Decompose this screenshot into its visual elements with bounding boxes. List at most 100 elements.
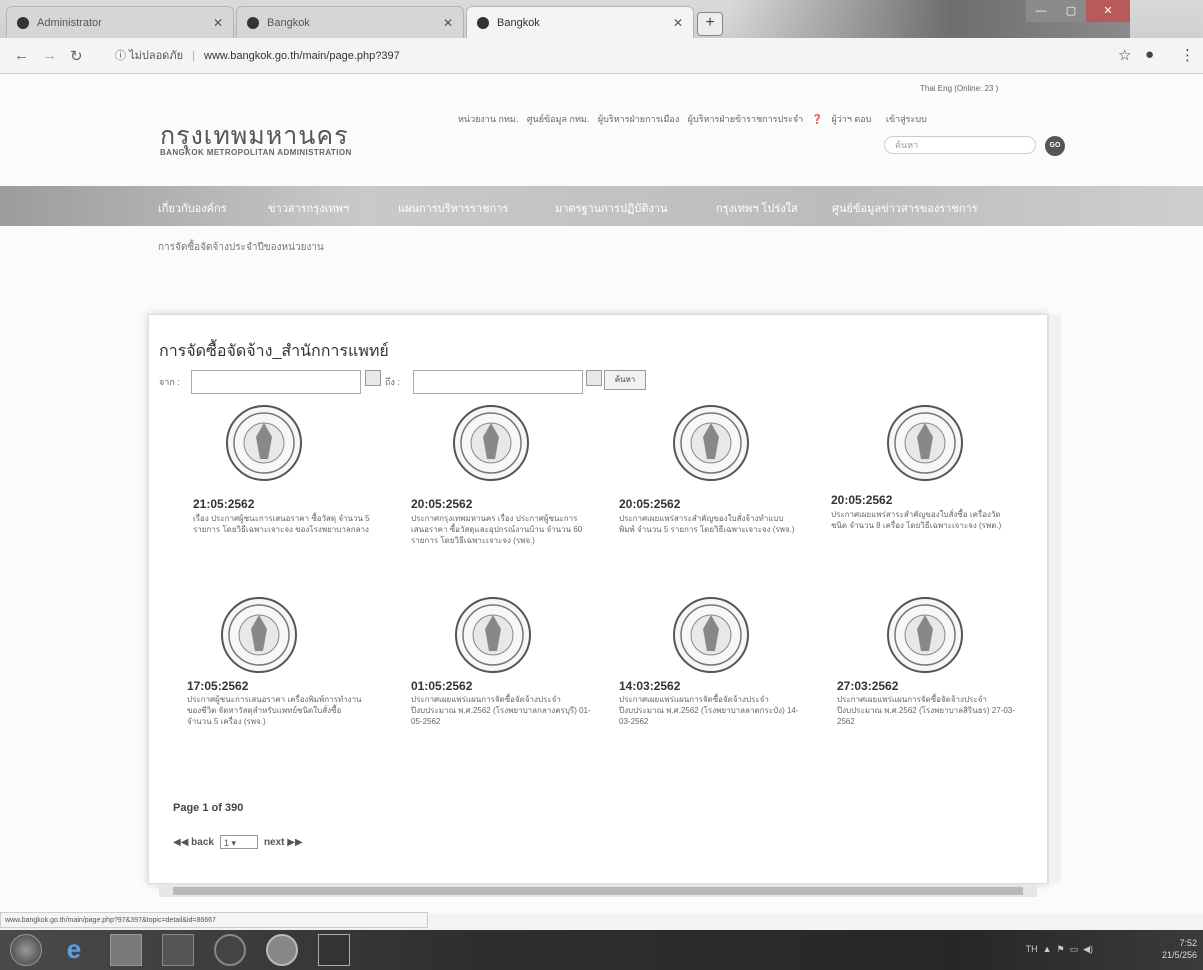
calendar-icon[interactable] — [586, 370, 602, 386]
go-button[interactable]: GO — [1045, 136, 1065, 156]
bma-seal-logo — [226, 405, 302, 481]
toplink-login[interactable]: เข้าสู่ระบบ — [886, 114, 927, 124]
windows-taskbar: e TH ▲ ⚑ ▭ ◀) 7:52 21/5/256 — [0, 930, 1203, 970]
nav-item-standards[interactable]: มาตรฐานการปฏิบัติงาน — [555, 199, 668, 217]
chrome-browser-icon[interactable] — [266, 934, 298, 966]
back-button[interactable]: ◀◀ back — [173, 837, 214, 848]
url-text: www.bangkok.go.th/main/page.php?397 — [204, 50, 400, 62]
pagination-info: Page 1 of 390 — [173, 802, 244, 814]
item-date: 17:05:2562 — [187, 679, 249, 693]
address-bar[interactable]: ⓘ ไม่ปลอดภัย | www.bangkok.go.th/main/pa… — [115, 45, 1075, 67]
circle-app-icon[interactable] — [214, 934, 246, 966]
clock[interactable]: 7:52 21/5/256 — [1162, 937, 1197, 961]
favicon-icon — [477, 16, 489, 29]
system-tray[interactable]: TH ▲ ⚑ ▭ ◀) — [1026, 944, 1093, 955]
top-links: หน่วยงาน กทม. ศูนย์ข้อมูล กทม. ผู้บริหาร… — [458, 112, 933, 126]
help-icon: ❓ — [811, 114, 823, 124]
tab-title: Administrator — [37, 16, 102, 29]
search-button[interactable]: ค้นหา — [604, 370, 646, 390]
tab-close-icon[interactable]: ✕ — [443, 16, 453, 30]
bma-seal-logo — [673, 597, 749, 673]
nav-item-plan[interactable]: แผนการบริหารราชการ — [398, 199, 508, 217]
forward-arrow-icon[interactable]: → — [42, 47, 57, 64]
from-label: จาก : — [159, 377, 180, 387]
to-date-input[interactable] — [413, 370, 583, 394]
bookmark-star-icon[interactable]: ☆ — [1118, 46, 1131, 64]
language-online-info[interactable]: Thai Eng (Online: 23 ) — [920, 84, 998, 93]
horizontal-scrollbar[interactable] — [159, 885, 1037, 897]
window-titlebar: — ▢ ✕ — [730, 0, 1130, 38]
status-bar-url: www.bangkok.go.th/main/page.php?97&397&t… — [0, 912, 428, 928]
bma-seal-logo — [673, 405, 749, 481]
toplink-civil-exec[interactable]: ผู้บริหารฝ่ายข้าราชการประจำ — [688, 114, 804, 124]
item-date: 20:05:2562 — [831, 493, 893, 507]
item-date: 14:03:2562 — [619, 679, 681, 693]
item-description[interactable]: เรื่อง ประกาศผู้ชนะการเสนอราคา ซื้อวัสดุ… — [193, 513, 373, 535]
item-description[interactable]: ประกาศผู้ชนะการเสนอราคา เครื่องพิมพ์การท… — [187, 694, 367, 727]
toplink-governor[interactable]: ❓ ผู้ว่าฯ ตอบ — [812, 114, 878, 124]
maximize-icon[interactable]: ▢ — [1056, 0, 1086, 22]
page-select[interactable]: 1 ▾ — [219, 835, 258, 849]
item-description[interactable]: ประกาศเผยแพร่แผนการจัดซื้อจัดจ้างประจำปี… — [411, 694, 591, 727]
tab-title: Bangkok — [267, 16, 310, 29]
bma-seal-logo — [887, 405, 963, 481]
new-tab-button[interactable]: + — [697, 12, 723, 36]
item-description[interactable]: ประกาศเผยแพร่สาระสำคัญของใบสั่งซื้อ เครื… — [831, 509, 1011, 531]
item-date: 01:05:2562 — [411, 679, 473, 693]
nav-item-info-center[interactable]: ศูนย์ข้อมูลข่าวสารของราชการ — [832, 199, 978, 217]
browser-tab-administrator[interactable]: Administrator ✕ — [6, 6, 234, 38]
next-button[interactable]: next ▶▶ — [264, 837, 303, 848]
bma-seal-logo — [455, 597, 531, 673]
item-description[interactable]: ประกาศเผยแพร่แผนการจัดซื้อจัดจ้างประจำปี… — [619, 694, 799, 727]
reload-icon[interactable]: ↻ — [70, 47, 83, 65]
page-title: การจัดซื้อจัดจ้าง_สำนักการแพทย์ — [159, 343, 389, 360]
window-close-icon[interactable]: ✕ — [1086, 0, 1130, 22]
item-description[interactable]: ประกาศกรุงเทพมหานคร เรื่อง ประกาศผู้ชนะก… — [411, 513, 591, 546]
window-app-icon[interactable] — [318, 934, 350, 966]
vertical-scrollbar[interactable] — [1048, 315, 1061, 883]
to-label: ถึง : — [385, 377, 400, 387]
toplink-agencies[interactable]: หน่วยงาน กทม. — [458, 114, 518, 124]
favicon-icon — [17, 16, 29, 29]
main-navigation: เกี่ยวกับองค์กร ข่าวสารกรุงเทพฯ แผนการบร… — [0, 186, 1203, 226]
site-logo-subtitle: BANGKOK METROPOLITAN ADMINISTRATION — [160, 148, 352, 157]
nav-item-about[interactable]: เกี่ยวกับองค์กร — [158, 199, 227, 217]
item-date: 27:03:2562 — [837, 679, 899, 693]
toplink-political-exec[interactable]: ผู้บริหารฝ่ายการเมือง — [598, 114, 679, 124]
tab-title: Bangkok — [497, 16, 540, 29]
toplink-data-center[interactable]: ศูนย์ข้อมูล กทม. — [527, 114, 589, 124]
pagination-controls: ◀◀ back 1 ▾ next ▶▶ — [173, 835, 303, 849]
browser-tab-bangkok-2[interactable]: Bangkok ✕ — [466, 6, 694, 38]
browser-tab-bangkok-1[interactable]: Bangkok ✕ — [236, 6, 464, 38]
minimize-icon[interactable]: — — [1026, 0, 1056, 22]
tab-strip: Administrator ✕ Bangkok ✕ Bangkok ✕ + — … — [0, 0, 1203, 38]
bma-seal-logo — [221, 597, 297, 673]
start-button-icon[interactable] — [10, 934, 42, 966]
item-date: 20:05:2562 — [619, 497, 681, 511]
sub-navigation-link[interactable]: การจัดซื้อจัดจ้างประจำปีของหน่วยงาน — [158, 240, 324, 255]
item-date: 20:05:2562 — [411, 497, 473, 511]
info-icon[interactable]: ⓘ — [115, 50, 126, 62]
item-date: 21:05:2562 — [193, 497, 255, 511]
site-search-input[interactable]: ค้นหา — [884, 136, 1036, 154]
nav-item-news[interactable]: ข่าวสารกรุงเทพฯ — [268, 199, 349, 217]
bma-seal-logo — [887, 597, 963, 673]
calendar-icon[interactable] — [365, 370, 381, 386]
back-arrow-icon[interactable]: ← — [14, 47, 29, 64]
ie-browser-icon[interactable]: e — [58, 934, 90, 966]
web-page: Thai Eng (Online: 23 ) กรุงเทพมหานคร BAN… — [0, 74, 1203, 914]
nav-item-transparency[interactable]: กรุงเทพฯ โปร่งใส — [716, 199, 798, 217]
file-explorer-icon[interactable] — [110, 934, 142, 966]
item-description[interactable]: ประกาศเผยแพร่สาระสำคัญของใบสั่งจ้างทำแบบ… — [619, 513, 799, 535]
favicon-icon — [247, 16, 259, 29]
bma-seal-logo — [453, 405, 529, 481]
tab-close-icon[interactable]: ✕ — [213, 16, 223, 30]
security-label: ไม่ปลอดภัย — [129, 50, 184, 62]
profile-icon[interactable]: ● — [1145, 46, 1154, 63]
from-date-input[interactable] — [191, 370, 361, 394]
browser-toolbar: ← → ↻ ⓘ ไม่ปลอดภัย | www.bangkok.go.th/m… — [0, 38, 1203, 74]
item-description[interactable]: ประกาศเผยแพร่แผนการจัดซื้อจัดจ้างประจำปี… — [837, 694, 1017, 727]
menu-dots-icon[interactable]: ⋮ — [1180, 46, 1195, 64]
tab-close-icon[interactable]: ✕ — [673, 16, 683, 30]
media-player-icon[interactable] — [162, 934, 194, 966]
